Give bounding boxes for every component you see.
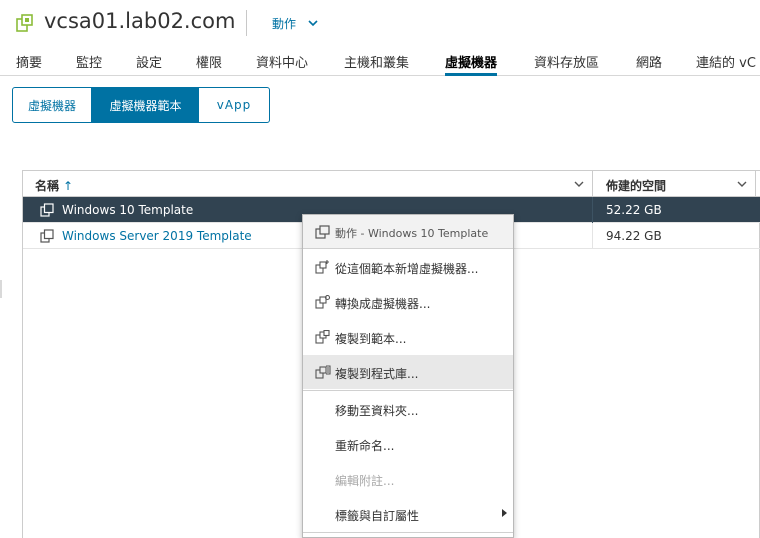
header-bar: vcsa01.lab02.com 動作 [0, 0, 760, 46]
tab-configure[interactable]: 設定 [136, 52, 162, 76]
column-divider[interactable] [755, 171, 756, 197]
page-title: vcsa01.lab02.com [44, 9, 236, 33]
new-vm-from-template-icon [315, 260, 329, 274]
tab-monitor[interactable]: 監控 [76, 52, 102, 76]
tab-hosts-clusters[interactable]: 主機和叢集 [344, 52, 409, 76]
vm-template-icon [315, 225, 330, 239]
column-header-name[interactable]: 名稱 ↑ [35, 177, 73, 194]
splitter-handle[interactable] [0, 280, 2, 298]
row-size-value: 94.22 GB [606, 229, 662, 243]
header-divider [246, 10, 247, 36]
tab-datastores[interactable]: 資料存放區 [534, 52, 599, 76]
menu-item-clone-to-library[interactable]: 複製到程式庫... [303, 355, 513, 389]
segment-vm-templates[interactable]: 虛擬機器範本 [92, 88, 199, 122]
menu-item-label: 複製到程式庫... [335, 367, 419, 381]
vcenter-host-icon [16, 14, 33, 32]
convert-to-vm-icon [315, 295, 331, 309]
sort-ascending-icon: ↑ [63, 179, 74, 193]
menu-item-label: 從這個範本新增虛擬機器... [335, 262, 479, 276]
menu-item-clone-to-template[interactable]: 複製到範本... [303, 320, 513, 354]
submenu-arrow-icon [502, 509, 507, 517]
column-divider[interactable] [592, 171, 593, 197]
cell-divider [592, 197, 593, 223]
view-segmented-control: 虛擬機器 虛擬機器範本 vApp [12, 87, 270, 123]
tab-permissions[interactable]: 權限 [196, 52, 222, 76]
context-menu: 動作 - Windows 10 Template 從這個範本新增虛擬機器... … [302, 214, 514, 538]
menu-item-label: 編輯附註... [335, 474, 395, 488]
row-name-link[interactable]: Windows Server 2019 Template [62, 229, 252, 243]
object-tabs: 摘要 監控 設定 權限 資料中心 主機和叢集 虛擬機器 資料存放區 網路 連結的… [0, 52, 760, 76]
column-header-provisioned-space[interactable]: 佈建的空間 [606, 177, 666, 194]
menu-item-label: 轉換成虛擬機器... [335, 297, 431, 311]
actions-menu-button[interactable]: 動作 [272, 15, 318, 32]
tab-datacenters[interactable]: 資料中心 [256, 52, 308, 76]
context-menu-header: 動作 - Windows 10 Template [303, 215, 513, 248]
menu-divider [303, 532, 513, 533]
menu-item-rename[interactable]: 重新命名... [303, 427, 513, 461]
column-filter-chevron-icon[interactable] [573, 178, 585, 190]
menu-item-new-vm-from-template[interactable]: 從這個範本新增虛擬機器... [303, 250, 513, 284]
clone-to-template-icon [315, 330, 330, 344]
menu-item-label: 複製到範本... [335, 332, 407, 346]
vm-template-icon [40, 203, 54, 217]
menu-item-label: 標籤與自訂屬性 [335, 509, 420, 523]
segment-vapp[interactable]: vApp [199, 88, 269, 122]
tab-linked-vcenter[interactable]: 連結的 vC [696, 52, 756, 76]
menu-item-edit-notes: 編輯附註... [303, 462, 513, 496]
tab-vms[interactable]: 虛擬機器 [445, 52, 498, 76]
actions-label: 動作 [272, 17, 297, 31]
column-filter-chevron-icon[interactable] [736, 178, 748, 190]
context-menu-title: 動作 - Windows 10 Template [335, 227, 489, 240]
cell-divider [592, 223, 593, 249]
menu-item-move-to-folder[interactable]: 移動至資料夾... [303, 392, 513, 426]
row-size-value: 52.22 GB [606, 203, 662, 217]
row-name-link[interactable]: Windows 10 Template [62, 203, 193, 217]
vm-template-icon [40, 229, 54, 243]
grid-header: 名稱 ↑ 佈建的空間 [23, 171, 760, 197]
menu-divider [303, 390, 513, 391]
tab-networks[interactable]: 網路 [636, 52, 662, 76]
menu-item-label: 移動至資料夾... [335, 404, 419, 418]
menu-item-label: 重新命名... [335, 439, 395, 453]
menu-item-convert-to-vm[interactable]: 轉換成虛擬機器... [303, 285, 513, 319]
clone-to-library-icon [315, 365, 331, 379]
menu-item-tags-custom-attributes[interactable]: 標籤與自訂屬性 [303, 497, 513, 531]
tab-summary[interactable]: 摘要 [16, 52, 42, 76]
chevron-down-icon [308, 20, 318, 27]
segment-vms[interactable]: 虛擬機器 [13, 88, 92, 122]
menu-divider [303, 248, 513, 249]
column-name-label: 名稱 [35, 179, 60, 193]
